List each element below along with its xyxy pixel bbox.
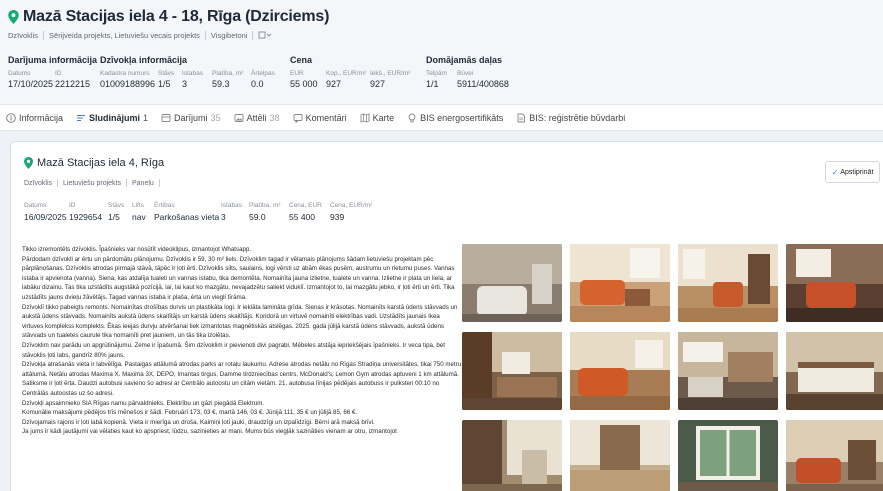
group-title-shares: Domājamās daļas bbox=[426, 55, 503, 65]
listing-fields: Datums 16/09/2025 ID 1929654 Stāvs 1/5 Lift… bbox=[24, 202, 524, 232]
tab-images[interactable]: Attēli 38 bbox=[234, 113, 280, 123]
listing-tag-type: Dzīvoklis bbox=[24, 179, 53, 187]
bedroom-photo[interactable] bbox=[462, 332, 562, 410]
hallway-photo[interactable] bbox=[570, 420, 670, 491]
tab-bar: Informācija Sludinājumi 1 Darījumi 35 At… bbox=[0, 104, 883, 131]
living-room-photo[interactable] bbox=[570, 244, 670, 322]
listing-tag-project: Lietuviešu projekts bbox=[63, 179, 121, 187]
listing-field-rooms: Istabas 3 bbox=[221, 202, 242, 222]
description-paragraph: Pārdodam dzīvokli ar ērtu un pārdomātu p… bbox=[22, 255, 455, 301]
field-price-inner-m2: Iekš., EUR/m² 927 bbox=[370, 70, 411, 89]
tab-registered-works[interactable]: BIS: reģistrētie būvdarbi bbox=[516, 113, 625, 123]
field-area: Platība, m² 59.3 bbox=[212, 70, 244, 89]
listing-field-floor: Stāvs 1/5 bbox=[108, 202, 125, 222]
field-deal-date: Datums 17/10/2025 bbox=[8, 70, 54, 89]
tab-energy-certificate[interactable]: BIS energosertifikāts bbox=[407, 113, 503, 123]
property-title-row: Mazā Stacijas iela 4 - 18, Rīga (Dzircie… bbox=[8, 8, 329, 26]
field-outdoor: Ārtelpas 0.0 bbox=[251, 70, 275, 89]
field-cadastre: Kadastra numurs 01009188996 bbox=[100, 70, 156, 89]
listing-field-price-m2: Cena, EUR/m² 939 bbox=[330, 202, 373, 222]
tab-information[interactable]: Informācija bbox=[6, 113, 63, 123]
group-title-price: Cena bbox=[290, 55, 313, 65]
bathroom-photo[interactable] bbox=[462, 244, 562, 322]
description-paragraph: Dzīvoklī tikko pabeigts remonts. Nomainī… bbox=[22, 303, 458, 340]
hallway-photo[interactable] bbox=[462, 420, 562, 491]
listing-tags: Dzīvoklis Lietuviešu projekts Paneļu bbox=[24, 179, 165, 187]
description-paragraph: Dzīvokļa atrašanās vieta ir labvēlīga. P… bbox=[22, 361, 462, 397]
info-icon bbox=[6, 112, 16, 123]
listing-field-area: Platība, m² 59.0 bbox=[249, 202, 281, 222]
tag-type: Dzīvoklis bbox=[8, 31, 39, 40]
bulb-icon bbox=[408, 113, 416, 122]
window-photo[interactable] bbox=[678, 420, 778, 491]
listing-photo-grid bbox=[462, 244, 883, 491]
bedroom-photo[interactable] bbox=[786, 332, 883, 410]
doc-icon bbox=[517, 113, 526, 122]
tag-project: Sērijveida projekts, Lietuviešu vecais p… bbox=[49, 31, 200, 40]
living-room-photo[interactable] bbox=[570, 332, 670, 410]
group-title-deal: Darījuma informācija bbox=[8, 55, 98, 65]
location-pin-icon bbox=[8, 10, 19, 24]
location-pin-icon bbox=[24, 157, 33, 169]
description-paragraph: Tikko izremontēts dzīvoklis. Īpašnieks v… bbox=[22, 246, 252, 253]
field-price-eur: EUR 55 000 bbox=[290, 70, 318, 89]
field-floor: Stāvs 1/5 bbox=[158, 70, 175, 89]
listing-description: Tikko izremontēts dzīvoklis. Īpašnieks v… bbox=[22, 245, 462, 437]
listing-icon bbox=[77, 114, 86, 121]
listing-field-date: Datums 16/09/2025 bbox=[24, 202, 67, 222]
living-room-photo[interactable] bbox=[786, 420, 883, 491]
listing-field-id: ID 1929654 bbox=[69, 202, 103, 222]
map-icon bbox=[360, 112, 370, 123]
comment-icon bbox=[293, 113, 303, 123]
group-title-apartment: Dzīvokļa informācija bbox=[100, 55, 188, 65]
description-paragraph: Ja jums ir kādi jautājumi vai vēlaties k… bbox=[22, 428, 397, 436]
tab-deals[interactable]: Darījumi 35 bbox=[161, 113, 221, 123]
listing-card: Mazā Stacijas iela 4, Rīga Dzīvoklis Lie… bbox=[10, 141, 883, 491]
deal-info-groups: Darījuma informācija Datums 17/10/2025 ID… bbox=[8, 55, 875, 99]
layers-icon[interactable] bbox=[258, 31, 272, 40]
field-share-building: Būvei 5911/400868 bbox=[457, 70, 509, 89]
check-icon: ✓ bbox=[831, 167, 839, 177]
tab-map[interactable]: Karte bbox=[360, 112, 394, 123]
description-paragraph: Dzīvojamais rajons ir ļoti labā kopienā.… bbox=[22, 418, 375, 426]
listing-field-amenities: Ērtības Parkošanas vieta bbox=[154, 202, 220, 222]
tab-listings[interactable]: Sludinājumi 1 bbox=[76, 113, 148, 123]
listing-title-row: Mazā Stacijas iela 4, Rīga bbox=[24, 157, 164, 169]
confirm-button[interactable]: ✓ Apstiprināt bbox=[825, 161, 880, 183]
field-share-premises: Telpām 1/1 bbox=[426, 70, 447, 89]
field-rooms: Istabas 3 bbox=[182, 70, 203, 89]
description-paragraph: Dzīvokļi apsaimnieko SIA Rīgas namu pārv… bbox=[22, 399, 265, 407]
image-icon bbox=[234, 113, 244, 122]
description-paragraph: Dzīvoklim nav parādu un apgrūtinājumu. Z… bbox=[22, 341, 446, 359]
listing-tag-material: Paneļu bbox=[132, 179, 154, 187]
tab-comments[interactable]: Komentāri bbox=[293, 113, 347, 123]
kitchen-photo[interactable] bbox=[678, 332, 778, 410]
description-paragraph: Komunālie maksājumi pēdējos trīs mēnešos… bbox=[22, 409, 358, 417]
listing-title[interactable]: Mazā Stacijas iela 4, Rīga bbox=[37, 157, 164, 169]
property-title: Mazā Stacijas iela 4 - 18, Rīga (Dzircie… bbox=[23, 8, 330, 25]
listing-field-lift: Lifts nav bbox=[132, 202, 146, 222]
living-room-photo[interactable] bbox=[678, 244, 778, 322]
listing-field-price: Cena, EUR 55 400 bbox=[289, 202, 322, 222]
deals-icon bbox=[161, 113, 171, 122]
tag-material: Visgibetoni bbox=[210, 31, 248, 40]
property-header: Mazā Stacijas iela 4 - 18, Rīga (Dzircie… bbox=[0, 0, 883, 104]
field-deal-id: ID 2212215 bbox=[55, 70, 91, 89]
living-room-photo[interactable] bbox=[786, 244, 883, 322]
field-price-total-m2: Kop., EUR/m² 927 bbox=[326, 70, 367, 89]
property-tags: Dzīvoklis Sērijveida projekts, Lietuvieš… bbox=[8, 31, 272, 40]
